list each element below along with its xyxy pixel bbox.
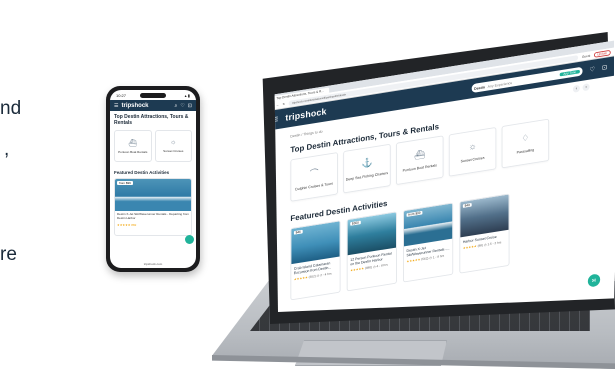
chat-icon[interactable]: ✉ [587,273,601,288]
phone-notch [140,93,166,98]
phone-activity-card[interactable]: from $99 Destin X-Jet Ski/Waverunner Ren… [114,178,192,236]
review-count: (88) [477,243,484,249]
dolphin-icon: ⌒ [309,168,319,180]
phone-status-icons: ▴ ▮ [184,92,190,98]
heart-icon[interactable]: ♡ [180,103,184,109]
clock-icon: ◷ [316,274,320,279]
phone-activity-image: from $99 [115,179,191,211]
duration: 1 - 8 hrs [432,254,445,260]
category-label: Dolphin Cruises & Tours [295,180,334,192]
phone-screen: 10:27 ▴ ▮ ☰ tripshock ⌕ ♡ ⊡ Top Destin A… [110,90,196,268]
phone-activity-title: Destin X-Jet Ski/Waverunner Rentals - De… [117,212,189,220]
cart-icon[interactable]: ⊡ [188,103,192,109]
category-label: Pontoon Boat Rentals [402,162,437,173]
fishing-icon: ⚓ [361,158,373,170]
chevron-left-icon[interactable]: ‹ [572,84,580,93]
rating-stars: ★★★★★ [462,244,477,251]
chevron-right-icon[interactable]: › [582,83,590,92]
phone-logo[interactable]: tripshock [121,103,148,109]
jetski-icon: ⛴ [128,139,138,147]
category-card-pontoon[interactable]: ⛴ Pontoon Boat Rentals [396,135,444,186]
forward-icon[interactable]: → [276,103,279,107]
cart-icon[interactable]: ⊡ [602,64,607,72]
rating-stars: ★★★★★ [293,275,308,282]
price-badge: $550 [350,220,361,226]
parasail-icon: ♢ [521,133,530,145]
activity-card[interactable]: $48 Harbor Sunset Cruise ★★★★★ (88) ◷ 1.… [459,193,510,274]
clock-icon: ◷ [372,265,376,270]
category-card-fishing[interactable]: ⚓ Deep Sea Fishing Charters [343,143,391,194]
guest-profile-button[interactable]: Guest [582,54,590,59]
chat-icon[interactable] [185,235,194,244]
price-badge: $46 [293,229,303,235]
browser-window: Top Destin Attractions, Tours & R... ← →… [274,40,614,312]
phone-time: 10:27 [116,92,127,98]
phone-section-title: Top Destin Attractions, Tours & Rentals [114,114,189,126]
phone-mockup: 10:27 ▴ ▮ ☰ tripshock ⌕ ♡ ⊡ Top Destin A… [106,86,200,272]
phone-category-row: ⛴ Pontoon Boat Rentals ☼ Sunset Cruises [110,128,196,164]
price-badge: from $99 [406,210,423,217]
category-card-dolphin[interactable]: ⌒ Dolphin Cruises & Tours [290,152,338,202]
category-label: Sunset Cruises [460,155,485,164]
menu-icon[interactable]: ☰ [114,103,118,109]
phone-category-card[interactable]: ⛴ Pontoon Boat Rentals [114,130,152,162]
cropped-text-line-2: , [4,139,10,160]
category-card-sunset[interactable]: ☼ Sunset Cruises [448,126,497,177]
phone-category-card[interactable]: ☼ Sunset Cruises [154,130,192,162]
sun-icon: ☼ [170,139,177,146]
boat-icon: ⛴ [414,149,426,162]
duration: 2 - 4 hrs [320,272,332,278]
price-badge: $48 [462,203,472,208]
category-label: Deep Sea Fishing Charters [345,170,389,182]
cropped-text-line-3: re [0,244,17,265]
rating-stars: ★★★★★ [406,258,421,264]
clock-icon: ◷ [483,243,487,248]
activity-card[interactable]: $46 Crab Island Catamaran Excursion from… [290,220,341,301]
sun-icon: ☼ [468,141,477,153]
category-label: Parasailing [516,147,535,155]
cropped-text-line-1: nd [0,98,22,119]
phone-category-label: Sunset Cruises [163,149,184,153]
category-card-parasailing[interactable]: ♢ Parasailing [501,118,550,169]
phone-featured-title: Featured Destin Activities [114,170,170,175]
review-count: (562) [421,256,429,262]
phone-site-header: ☰ tripshock ⌕ ♡ ⊡ [110,100,196,111]
review-count: (880) [364,265,373,271]
search-date-button[interactable]: Any Time [559,69,580,77]
activity-card[interactable]: from $99 Destin X-Jet Ski/Waverunner Ren… [403,202,454,283]
review-count: (352) [308,274,316,280]
phone-category-label: Pontoon Boat Rentals [118,149,148,154]
site-logo[interactable]: tripshock [285,107,326,123]
price-badge: from $99 [117,181,133,185]
activity-card[interactable]: $550 12 Person Pontoon Rental on the Des… [346,211,397,292]
duration: 1.5 - 2 hrs [487,240,502,247]
heart-icon[interactable]: ♡ [589,66,595,73]
clock-icon: ◷ [429,256,432,261]
phone-url: tripshock.com [143,262,163,266]
rating-stars: ★★★★★ [350,267,365,273]
duration: 4 - 8 hrs [376,263,388,269]
search-icon[interactable]: ⌕ [175,103,178,109]
phone-activity-rating: ★★★★★ 882 [117,222,137,227]
reload-icon[interactable]: ↻ [282,102,285,106]
search-location[interactable]: Destin [474,84,485,90]
laptop-screen: Top Destin Attractions, Tours & R... ← →… [274,40,614,312]
